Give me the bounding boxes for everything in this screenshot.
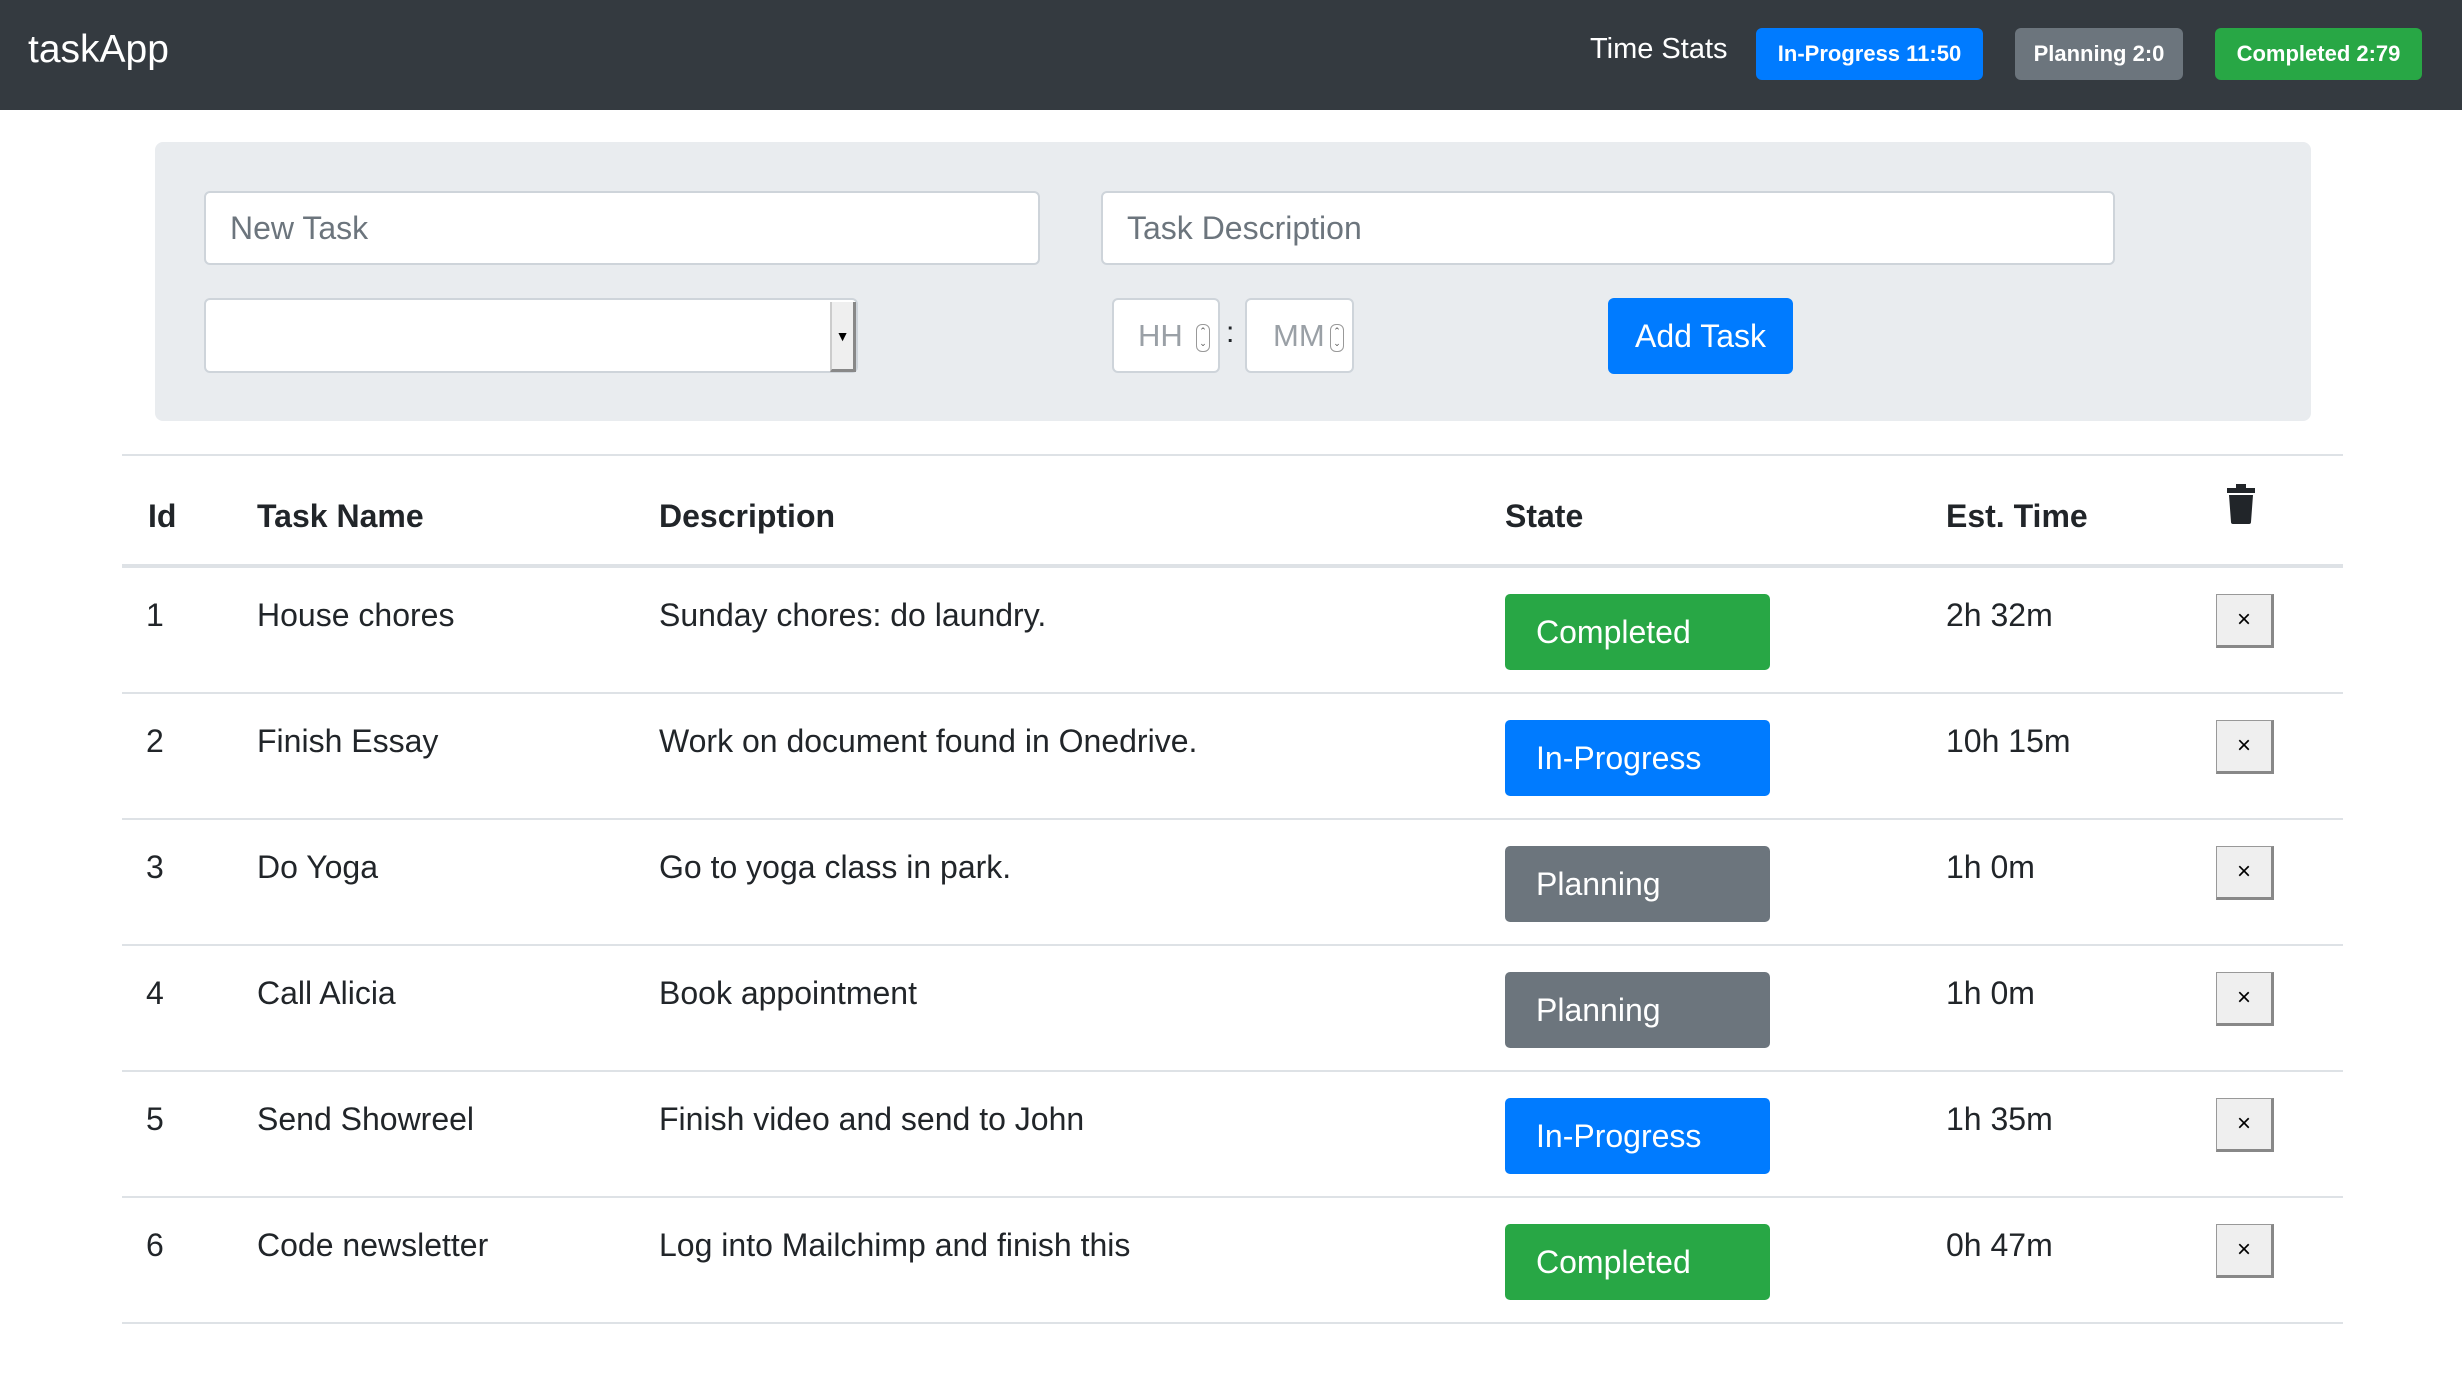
task-est-time: 1h 0m xyxy=(1946,975,2035,1011)
task-est-time: 10h 15m xyxy=(1946,723,2071,759)
time-stats-label: Time Stats xyxy=(1590,33,1728,65)
time-separator: : xyxy=(1226,316,1235,349)
trash-icon[interactable] xyxy=(2226,484,2256,524)
task-name: Do Yoga xyxy=(257,849,379,885)
delete-task-button[interactable]: × xyxy=(2216,594,2274,648)
header-id: Id xyxy=(148,498,177,534)
table-row: 6 Code newsletter Log into Mailchimp and f… xyxy=(122,1198,2343,1324)
planning-stat-badge: Planning 2:0 xyxy=(2015,28,2183,80)
table-row: 5 Send Showreel Finish video and send to J… xyxy=(122,1072,2343,1198)
task-description: Log into Mailchimp and finish this xyxy=(659,1227,1131,1263)
header-description: Description xyxy=(659,498,836,534)
state-select[interactable]: ▼ xyxy=(204,298,858,373)
header-est-time: Est. Time xyxy=(1946,498,2088,534)
task-name: Code newsletter xyxy=(257,1227,489,1263)
task-est-time: 2h 32m xyxy=(1946,597,2053,633)
state-button[interactable]: Planning xyxy=(1505,846,1770,922)
in-progress-stat-badge: In-Progress 11:50 xyxy=(1756,28,1983,80)
chevron-down-icon[interactable]: ▼ xyxy=(830,302,856,372)
state-button[interactable]: In-Progress xyxy=(1505,720,1770,796)
task-id: 2 xyxy=(146,723,164,759)
delete-task-button[interactable]: × xyxy=(2216,972,2274,1026)
hours-stepper-icon[interactable]: ⌃ ⌄ xyxy=(1196,324,1210,352)
task-id: 3 xyxy=(146,849,164,885)
row-divider xyxy=(122,1322,2343,1324)
brand-logo[interactable]: taskApp xyxy=(28,28,169,72)
table-row: 3 Do Yoga Go to yoga class in park. Plannin… xyxy=(122,820,2343,946)
task-name: House chores xyxy=(257,597,455,633)
task-id: 4 xyxy=(146,975,164,1011)
state-button[interactable]: Completed xyxy=(1505,1224,1770,1300)
task-est-time: 0h 47m xyxy=(1946,1227,2053,1263)
minutes-stepper-icon[interactable]: ⌃ ⌄ xyxy=(1330,324,1344,352)
table-row: 2 Finish Essay Work on document found in O… xyxy=(122,694,2343,820)
add-task-button[interactable]: Add Task xyxy=(1608,298,1793,374)
minutes-input[interactable]: MM ⌃ ⌄ xyxy=(1245,298,1354,373)
task-id: 6 xyxy=(146,1227,164,1263)
table-row: 4 Call Alicia Book appointment Planning 1h 0… xyxy=(122,946,2343,1072)
state-button[interactable]: Completed xyxy=(1505,594,1770,670)
delete-task-button[interactable]: × xyxy=(2216,846,2274,900)
delete-task-button[interactable]: × xyxy=(2216,720,2274,774)
state-button[interactable]: In-Progress xyxy=(1505,1098,1770,1174)
task-description: Sunday chores: do laundry. xyxy=(659,597,1047,633)
task-description: Go to yoga class in park. xyxy=(659,849,1012,885)
task-description: Finish video and send to John xyxy=(659,1101,1085,1137)
task-name: Finish Essay xyxy=(257,723,439,759)
delete-task-button[interactable]: × xyxy=(2216,1098,2274,1152)
table-top-divider xyxy=(122,454,2343,456)
task-name-input[interactable] xyxy=(204,191,1040,265)
task-id: 5 xyxy=(146,1101,164,1137)
add-task-form xyxy=(155,142,2311,421)
state-button[interactable]: Planning xyxy=(1505,972,1770,1048)
hours-placeholder: HH xyxy=(1138,317,1183,353)
completed-stat-badge: Completed 2:79 xyxy=(2215,28,2422,80)
task-description: Book appointment xyxy=(659,975,917,1011)
delete-task-button[interactable]: × xyxy=(2216,1224,2274,1278)
task-name: Send Showreel xyxy=(257,1101,475,1137)
navbar: taskApp Time Stats In-Progress 11:50 Pla… xyxy=(0,0,2462,110)
minutes-placeholder: MM xyxy=(1273,317,1325,353)
hours-input[interactable]: HH ⌃ ⌄ xyxy=(1112,298,1220,373)
task-est-time: 1h 0m xyxy=(1946,849,2035,885)
task-name: Call Alicia xyxy=(257,975,396,1011)
task-est-time: 1h 35m xyxy=(1946,1101,2053,1137)
header-state: State xyxy=(1505,498,1584,534)
task-description: Work on document found in Onedrive. xyxy=(659,723,1198,759)
task-id: 1 xyxy=(146,597,164,633)
header-task-name: Task Name xyxy=(257,498,424,534)
table-row: 1 House chores Sunday chores: do laundry. C… xyxy=(122,568,2343,694)
task-description-input[interactable] xyxy=(1101,191,2115,265)
